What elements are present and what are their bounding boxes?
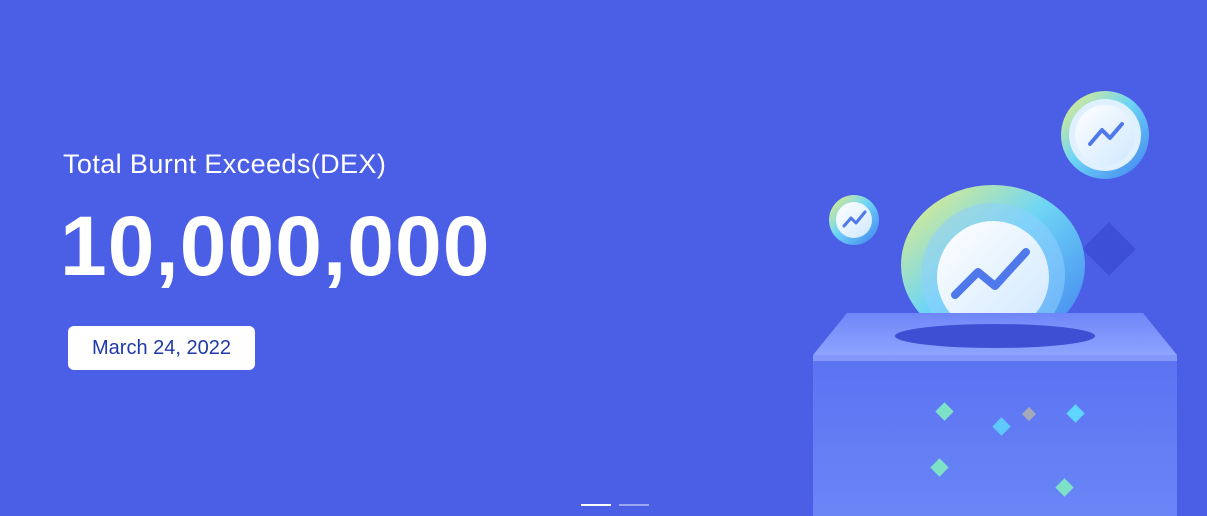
carousel-pagination [581,504,649,506]
burn-box-icon [813,313,1177,516]
hero-banner[interactable]: Total Burnt Exceeds(DEX) 10,000,000 Marc… [0,0,1207,516]
burn-box-illustration [800,80,1207,516]
carousel-dot-2[interactable] [619,504,649,506]
diamond-icon [1082,222,1136,276]
burnt-amount: 10,000,000 [60,199,491,293]
carousel-dot-1[interactable] [581,504,611,506]
coin-icon [1061,91,1149,179]
coin-icon [829,195,879,245]
date-badge: March 24, 2022 [68,326,255,370]
banner-subtitle: Total Burnt Exceeds(DEX) [63,149,387,179]
